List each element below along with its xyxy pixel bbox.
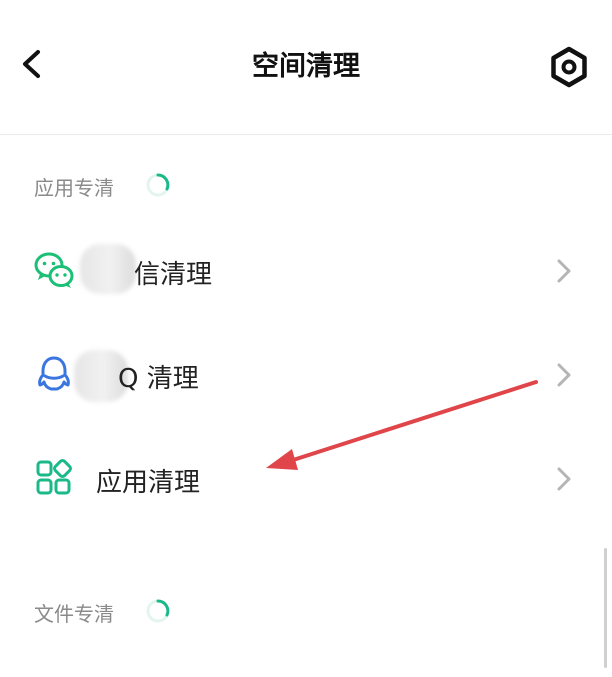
loading-spinner-icon — [146, 173, 170, 197]
wechat-icon — [34, 252, 74, 288]
section-label-app-clean: 应用专清 — [34, 176, 114, 200]
section-label-file-clean: 文件专清 — [34, 602, 114, 626]
top-bar: 空间清理 — [0, 0, 612, 134]
list-item-label: 信清理 — [134, 260, 213, 290]
hexagon-gear-icon[interactable] — [548, 46, 590, 88]
list-item-label: 应用清理 — [96, 468, 201, 498]
list-item-label: Q 清理 — [118, 364, 199, 394]
page-title: 空间清理 — [252, 51, 360, 82]
loading-spinner-icon — [146, 599, 170, 623]
qq-penguin-icon — [38, 356, 70, 391]
chevron-right-icon — [557, 363, 571, 387]
apps-grid-icon — [36, 459, 72, 495]
list-item-app-clean[interactable]: 应用清理 — [0, 436, 612, 522]
chevron-right-icon — [557, 259, 571, 283]
list-item-wechat-clean[interactable]: 信清理 — [0, 228, 612, 314]
header-divider — [0, 134, 612, 135]
redacted-blur — [80, 244, 136, 294]
chevron-right-icon — [557, 467, 571, 491]
scrollbar[interactable] — [604, 548, 607, 668]
list-item-qq-clean[interactable]: Q 清理 — [0, 332, 612, 418]
